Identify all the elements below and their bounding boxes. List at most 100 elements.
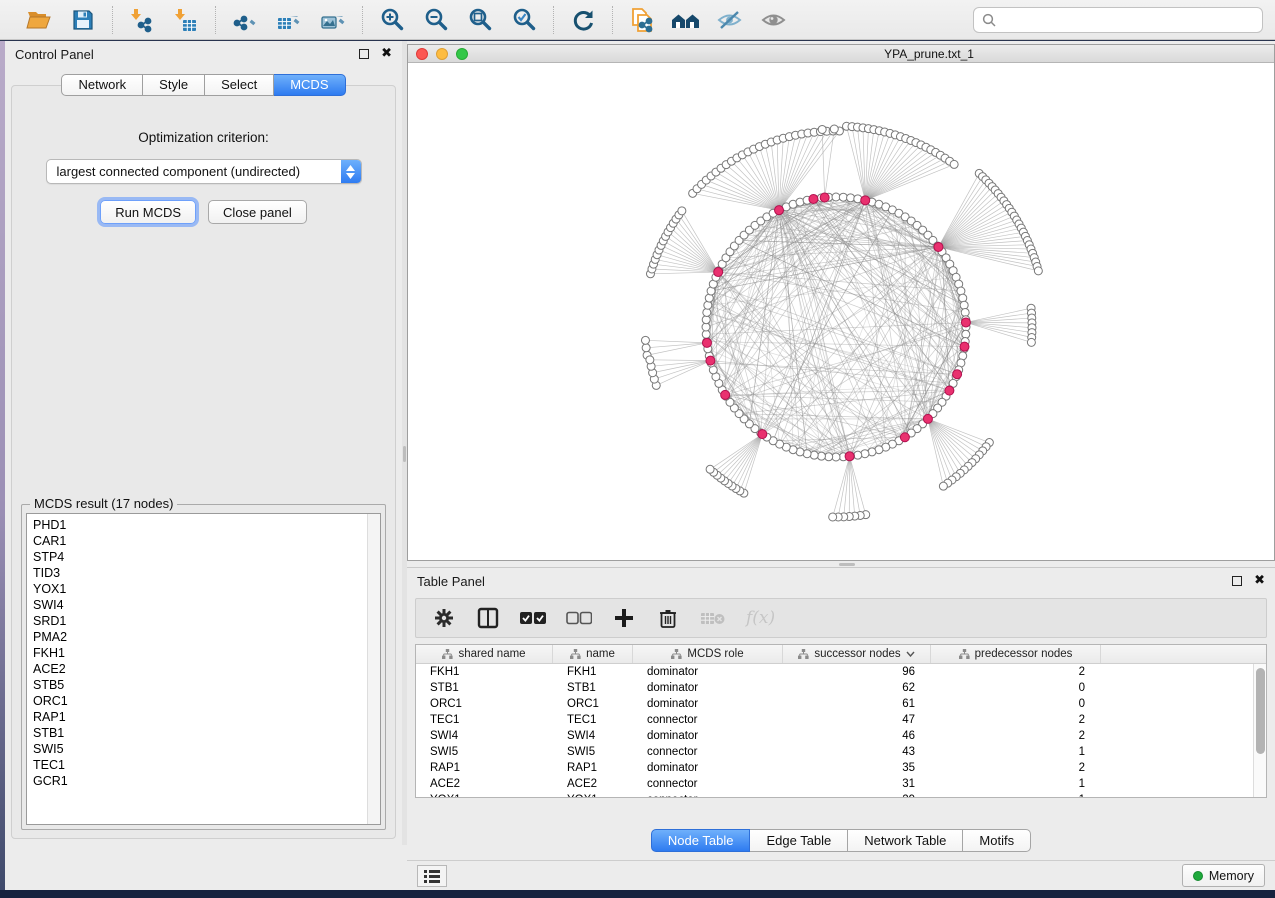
- table-scrollbar[interactable]: [1253, 664, 1266, 797]
- network-node[interactable]: [810, 451, 818, 459]
- export-image-icon[interactable]: [318, 6, 348, 34]
- close-panel-button[interactable]: Close panel: [208, 200, 307, 224]
- network-leaf-node[interactable]: [646, 356, 654, 364]
- network-leaf-node[interactable]: [939, 482, 947, 490]
- network-node[interactable]: [817, 452, 825, 460]
- zoom-fit-icon[interactable]: [465, 6, 495, 34]
- mcds-result-list[interactable]: PHD1CAR1STP4TID3YOX1SWI4SRD1PMA2FKH1ACE2…: [26, 513, 381, 825]
- mcds-result-item[interactable]: STB1: [33, 725, 380, 741]
- network-leaf-node[interactable]: [678, 207, 686, 215]
- column-header-predecessor-nodes[interactable]: predecessor nodes: [931, 645, 1101, 663]
- mcds-result-item[interactable]: TEC1: [33, 757, 380, 773]
- mcds-result-item[interactable]: PHD1: [33, 517, 380, 533]
- mcds-result-item[interactable]: CAR1: [33, 533, 380, 549]
- mcds-result-item[interactable]: STP4: [33, 549, 380, 565]
- result-scrollbar[interactable]: [367, 514, 380, 824]
- mcds-result-item[interactable]: FKH1: [33, 645, 380, 661]
- toggle-panel-icon[interactable]: [476, 605, 500, 631]
- mcds-result-item[interactable]: ACE2: [33, 661, 380, 677]
- table-row[interactable]: ACE2ACE2connector311: [416, 776, 1253, 792]
- mcds-node[interactable]: [845, 452, 854, 461]
- new-network-from-selection-icon[interactable]: [627, 6, 657, 34]
- table-row[interactable]: SWI5SWI5connector431: [416, 744, 1253, 760]
- network-leaf-node[interactable]: [1027, 338, 1035, 346]
- export-table-icon[interactable]: [274, 6, 304, 34]
- close-table-panel-icon[interactable]: ✖: [1254, 576, 1265, 586]
- close-window-icon[interactable]: [416, 48, 428, 60]
- network-node[interactable]: [702, 316, 710, 324]
- mcds-node[interactable]: [721, 390, 730, 399]
- tab-network[interactable]: Network: [61, 74, 143, 96]
- optimization-criterion-select[interactable]: largest connected component (undirected): [46, 159, 362, 184]
- network-node[interactable]: [703, 308, 711, 316]
- tab-motifs[interactable]: Motifs: [963, 829, 1031, 852]
- tab-mcds[interactable]: MCDS: [274, 74, 345, 96]
- tab-edge-table[interactable]: Edge Table: [750, 829, 848, 852]
- table-row[interactable]: FKH1FKH1dominator962: [416, 664, 1253, 680]
- maximize-window-icon[interactable]: [456, 48, 468, 60]
- column-header-shared-name[interactable]: shared name: [416, 645, 553, 663]
- mcds-node[interactable]: [809, 194, 818, 203]
- search-box[interactable]: [973, 7, 1263, 33]
- close-panel-icon[interactable]: ✖: [381, 49, 392, 59]
- float-panel-icon[interactable]: [359, 49, 369, 59]
- panel-list-icon[interactable]: [417, 865, 447, 887]
- apply-layout-icon[interactable]: [568, 6, 598, 34]
- column-header-name[interactable]: name: [553, 645, 633, 663]
- mcds-node[interactable]: [960, 342, 969, 351]
- tab-network-table[interactable]: Network Table: [848, 829, 963, 852]
- mcds-result-item[interactable]: PMA2: [33, 629, 380, 645]
- mcds-result-item[interactable]: STB5: [33, 677, 380, 693]
- import-network-icon[interactable]: [127, 6, 157, 34]
- table-row[interactable]: ORC1ORC1dominator610: [416, 696, 1253, 712]
- table-row[interactable]: RAP1RAP1dominator352: [416, 760, 1253, 776]
- network-node[interactable]: [847, 194, 855, 202]
- show-all-icon[interactable]: [759, 6, 789, 34]
- mcds-node[interactable]: [820, 193, 829, 202]
- mcds-result-item[interactable]: SWI4: [33, 597, 380, 613]
- export-network-icon[interactable]: [230, 6, 260, 34]
- hide-selected-icon[interactable]: [715, 6, 745, 34]
- network-canvas[interactable]: [408, 64, 1274, 560]
- tab-style[interactable]: Style: [143, 74, 205, 96]
- network-leaf-node[interactable]: [641, 336, 649, 344]
- table-settings-icon[interactable]: [432, 605, 456, 631]
- add-column-icon[interactable]: [612, 605, 636, 631]
- network-node[interactable]: [861, 450, 869, 458]
- network-node[interactable]: [960, 301, 968, 309]
- mcds-result-item[interactable]: YOX1: [33, 581, 380, 597]
- mcds-node[interactable]: [775, 206, 784, 215]
- network-node[interactable]: [959, 294, 967, 302]
- network-leaf-node[interactable]: [829, 513, 837, 521]
- network-node[interactable]: [962, 330, 970, 338]
- mcds-node[interactable]: [961, 318, 970, 327]
- zoom-in-icon[interactable]: [377, 6, 407, 34]
- network-leaf-node[interactable]: [818, 125, 826, 133]
- mcds-result-item[interactable]: GCR1: [33, 773, 380, 789]
- table-row[interactable]: STB1STB1dominator620: [416, 680, 1253, 696]
- network-node[interactable]: [839, 193, 847, 201]
- table-row[interactable]: YOX1YOX1connector291: [416, 792, 1253, 797]
- network-leaf-node[interactable]: [1034, 267, 1042, 275]
- delete-column-icon[interactable]: [656, 605, 680, 631]
- table-row[interactable]: SWI4SWI4dominator462: [416, 728, 1253, 744]
- mcds-result-item[interactable]: RAP1: [33, 709, 380, 725]
- scrollbar-thumb[interactable]: [1256, 668, 1265, 754]
- import-table-icon[interactable]: [171, 6, 201, 34]
- mcds-node[interactable]: [861, 196, 870, 205]
- mcds-node[interactable]: [900, 433, 909, 442]
- network-node[interactable]: [961, 308, 969, 316]
- zoom-selected-icon[interactable]: [509, 6, 539, 34]
- network-node[interactable]: [854, 451, 862, 459]
- run-mcds-button[interactable]: Run MCDS: [100, 200, 196, 224]
- first-neighbors-icon[interactable]: [671, 6, 701, 34]
- save-session-icon[interactable]: [68, 6, 98, 34]
- deselect-all-icon[interactable]: [566, 605, 592, 631]
- mcds-node[interactable]: [702, 338, 711, 347]
- mcds-node[interactable]: [714, 268, 723, 277]
- mcds-result-item[interactable]: ORC1: [33, 693, 380, 709]
- network-leaf-node[interactable]: [830, 125, 838, 133]
- network-leaf-node[interactable]: [950, 160, 958, 168]
- zoom-out-icon[interactable]: [421, 6, 451, 34]
- mcds-result-item[interactable]: TID3: [33, 565, 380, 581]
